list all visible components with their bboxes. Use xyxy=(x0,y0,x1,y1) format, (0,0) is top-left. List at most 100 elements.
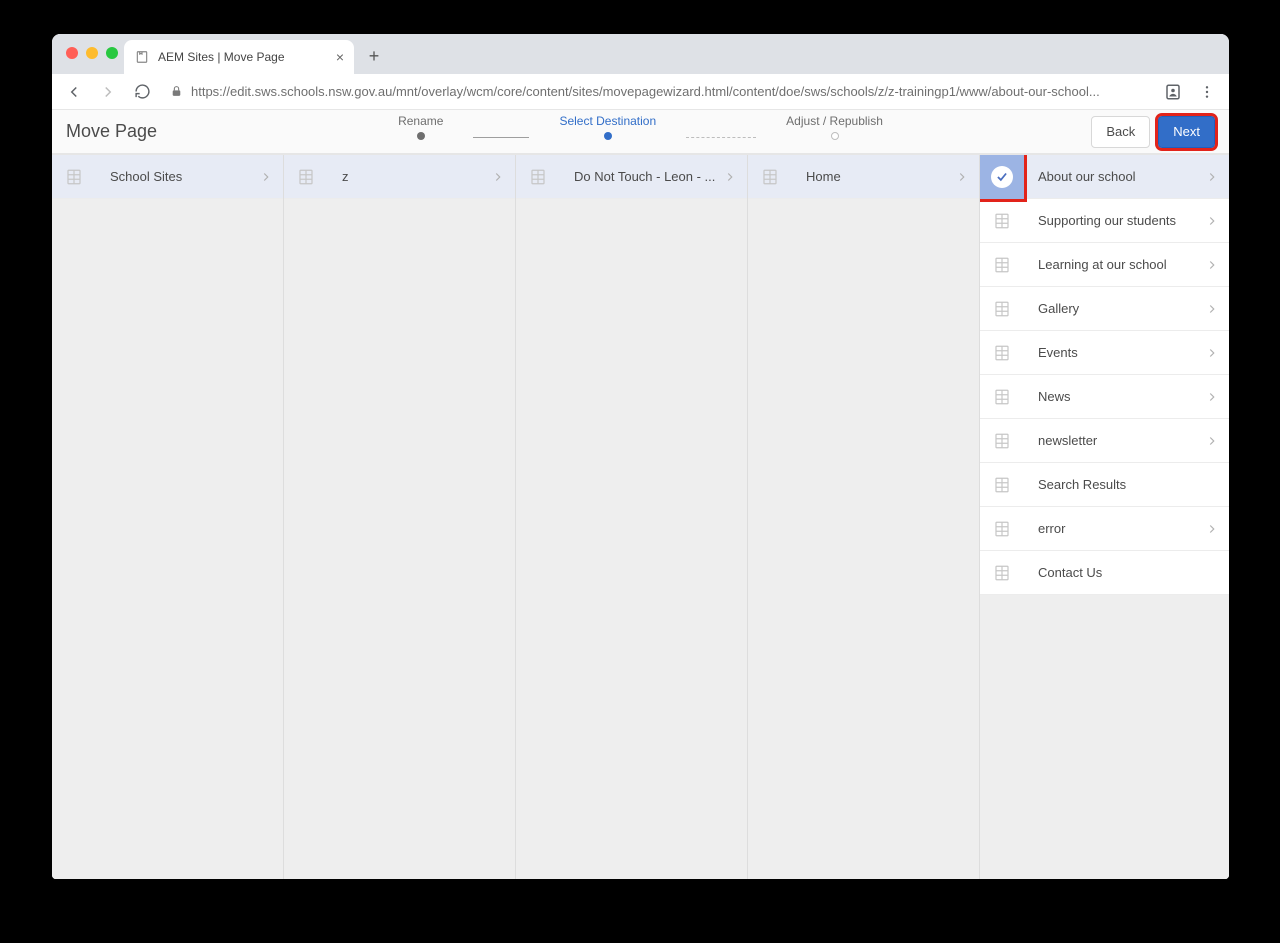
column-item-label: News xyxy=(1038,389,1205,404)
new-tab-button[interactable]: + xyxy=(360,42,388,70)
column-item[interactable]: Search Results xyxy=(980,463,1229,507)
column-item-body[interactable]: Contact Us xyxy=(1024,551,1229,594)
chevron-right-icon xyxy=(491,170,505,184)
chevron-right-icon xyxy=(1205,214,1219,228)
column-item[interactable]: Learning at our school xyxy=(980,243,1229,287)
column-item-body[interactable]: Supporting our students xyxy=(1024,199,1229,242)
tab-close-icon[interactable]: × xyxy=(336,50,344,64)
miller-columns: School Sites z Do Not Touch - Leon - ... Ho… xyxy=(52,154,1229,879)
column-item-body[interactable]: About our school xyxy=(1024,155,1229,198)
step-connector xyxy=(686,137,756,138)
browser-window: AEM Sites | Move Page × + https://edit.s… xyxy=(52,34,1229,879)
wizard-step-select-destination[interactable]: Select Destination xyxy=(559,114,656,140)
column-item[interactable]: About our school xyxy=(980,155,1229,199)
page-thumbnail-icon[interactable] xyxy=(980,199,1024,243)
column-item-body[interactable]: Gallery xyxy=(1024,287,1229,330)
wizard-step-adjust-republish[interactable]: Adjust / Republish xyxy=(786,114,883,140)
column-item[interactable]: z xyxy=(284,155,515,199)
column-item-body[interactable]: School Sites xyxy=(96,155,283,198)
column-item-label: Supporting our students xyxy=(1038,213,1205,228)
column: Home xyxy=(748,155,980,879)
browser-menu-icon[interactable] xyxy=(1193,78,1221,106)
column-item[interactable]: School Sites xyxy=(52,155,283,199)
page-thumbnail-icon[interactable] xyxy=(980,507,1024,551)
column-item-label: Contact Us xyxy=(1038,565,1219,580)
next-button[interactable]: Next xyxy=(1158,116,1215,148)
column: School Sites xyxy=(52,155,284,879)
step-label: Adjust / Republish xyxy=(786,114,883,128)
browser-tab[interactable]: AEM Sites | Move Page × xyxy=(124,40,354,74)
column-item[interactable]: News xyxy=(980,375,1229,419)
column-item-label: Do Not Touch - Leon - ... xyxy=(574,169,723,184)
chevron-right-icon xyxy=(1205,258,1219,272)
column-item-body[interactable]: Events xyxy=(1024,331,1229,374)
page-thumbnail-icon[interactable] xyxy=(980,331,1024,375)
selection-check-icon[interactable] xyxy=(980,155,1024,199)
address-bar: https://edit.sws.schools.nsw.gov.au/mnt/… xyxy=(52,74,1229,110)
page-thumbnail-icon[interactable] xyxy=(980,375,1024,419)
window-close-icon[interactable] xyxy=(66,47,78,59)
column-item-body[interactable]: Home xyxy=(792,155,979,198)
lock-icon xyxy=(170,85,183,98)
step-label: Select Destination xyxy=(559,114,656,128)
nav-back-button[interactable] xyxy=(60,78,88,106)
column-item-label: School Sites xyxy=(110,169,259,184)
column-item[interactable]: Events xyxy=(980,331,1229,375)
step-label: Rename xyxy=(398,114,443,128)
tab-strip: AEM Sites | Move Page × + xyxy=(52,34,1229,74)
chevron-right-icon xyxy=(259,170,273,184)
chevron-right-icon xyxy=(955,170,969,184)
page-thumbnail-icon[interactable] xyxy=(980,243,1024,287)
page-thumbnail-icon[interactable] xyxy=(980,551,1024,595)
column-item-body[interactable]: error xyxy=(1024,507,1229,550)
page-thumbnail-icon[interactable] xyxy=(52,155,96,199)
profile-icon[interactable] xyxy=(1159,78,1187,106)
page-thumbnail-icon[interactable] xyxy=(516,155,560,199)
column-item-label: z xyxy=(342,169,491,184)
page-thumbnail-icon[interactable] xyxy=(284,155,328,199)
column-item-body[interactable]: Learning at our school xyxy=(1024,243,1229,286)
step-connector xyxy=(473,137,529,138)
chevron-right-icon xyxy=(1205,346,1219,360)
column: z xyxy=(284,155,516,879)
back-button[interactable]: Back xyxy=(1091,116,1150,148)
tab-title: AEM Sites | Move Page xyxy=(158,50,328,64)
page-thumbnail-icon[interactable] xyxy=(980,419,1024,463)
nav-reload-button[interactable] xyxy=(128,78,156,106)
column-item[interactable]: Supporting our students xyxy=(980,199,1229,243)
window-zoom-icon[interactable] xyxy=(106,47,118,59)
page-favicon-icon xyxy=(134,49,150,65)
column-item[interactable]: Contact Us xyxy=(980,551,1229,595)
page-thumbnail-icon[interactable] xyxy=(980,463,1024,507)
chevron-right-icon xyxy=(1205,390,1219,404)
page-title: Move Page xyxy=(66,121,157,142)
column-item-body[interactable]: Search Results xyxy=(1024,463,1229,506)
page-thumbnail-icon[interactable] xyxy=(748,155,792,199)
column: Do Not Touch - Leon - ... xyxy=(516,155,748,879)
step-dot-icon xyxy=(417,132,425,140)
column-item-body[interactable]: News xyxy=(1024,375,1229,418)
step-dot-icon xyxy=(604,132,612,140)
page-thumbnail-icon[interactable] xyxy=(980,287,1024,331)
nav-forward-button[interactable] xyxy=(94,78,122,106)
wizard-step-rename[interactable]: Rename xyxy=(398,114,443,140)
column-item[interactable]: error xyxy=(980,507,1229,551)
url-text: https://edit.sws.schools.nsw.gov.au/mnt/… xyxy=(191,84,1100,99)
column-item-body[interactable]: Do Not Touch - Leon - ... xyxy=(560,155,747,198)
column-item[interactable]: Do Not Touch - Leon - ... xyxy=(516,155,747,199)
column-item[interactable]: Home xyxy=(748,155,979,199)
step-dot-icon xyxy=(831,132,839,140)
chevron-right-icon xyxy=(1205,302,1219,316)
window-minimize-icon[interactable] xyxy=(86,47,98,59)
next-button-label: Next xyxy=(1173,124,1200,139)
column-item[interactable]: Gallery xyxy=(980,287,1229,331)
chevron-right-icon xyxy=(1205,522,1219,536)
column-item-label: Home xyxy=(806,169,955,184)
column-item-body[interactable]: z xyxy=(328,155,515,198)
page-content: Move Page Rename Select Destination Adju… xyxy=(52,110,1229,879)
column-item[interactable]: newsletter xyxy=(980,419,1229,463)
column-item-body[interactable]: newsletter xyxy=(1024,419,1229,462)
wizard-steps: Rename Select Destination Adjust / Repub… xyxy=(52,114,1229,140)
url-field[interactable]: https://edit.sws.schools.nsw.gov.au/mnt/… xyxy=(162,78,1153,106)
wizard-header: Move Page Rename Select Destination Adju… xyxy=(52,110,1229,154)
